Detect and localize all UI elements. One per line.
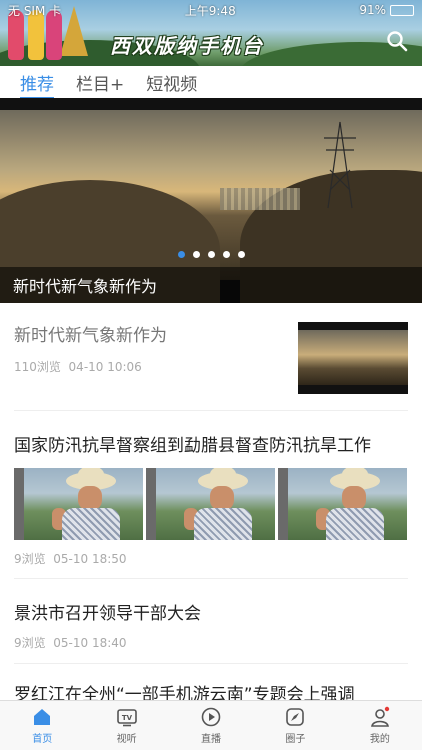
news-thumbnail [14, 468, 143, 540]
top-tabs: 推荐 栏目+ 短视频 [0, 66, 422, 99]
nav-label: 我的 [369, 734, 390, 745]
carrier-text: 无 SIM 卡 [8, 3, 62, 18]
status-bar: 无 SIM 卡 上午9:48 91% [0, 0, 422, 20]
tab-recommend[interactable]: 推荐 [20, 70, 54, 99]
carousel-caption: 新时代新气象新作为 [13, 277, 158, 296]
news-thumbnail [298, 322, 408, 394]
carousel-dot[interactable] [222, 251, 230, 258]
nav-label: 圈子 [285, 734, 306, 745]
header-banner: 无 SIM 卡 上午9:48 91% 西双版纳手机台 [0, 0, 422, 66]
news-thumbnail [278, 468, 407, 540]
search-icon[interactable] [386, 30, 408, 52]
battery-indicator: 91% [359, 3, 414, 17]
nav-home[interactable]: 首页 [0, 701, 84, 750]
news-meta: 9浏览 05-10 18:50 [14, 550, 127, 567]
app-title: 西双版纳手机台 [110, 34, 264, 58]
carousel-indicators [0, 251, 422, 258]
nav-label: 视听 [116, 734, 137, 745]
battery-percent: 91% [359, 3, 386, 17]
news-date: 05-10 18:40 [53, 636, 127, 650]
news-meta: 9浏览 05-10 18:40 [14, 634, 127, 651]
news-item[interactable]: 新时代新气象新作为 110浏览 04-10 10:06 [14, 303, 408, 411]
nav-media[interactable]: TV 视听 [84, 701, 168, 750]
compass-icon [286, 708, 305, 726]
tv-icon: TV [116, 709, 137, 727]
news-title: 国家防汛抗旱督察组到勐腊县督查防汛抗旱工作 [14, 436, 371, 456]
nav-circle[interactable]: 圈子 [253, 701, 337, 750]
tab-columns[interactable]: 栏目+ [76, 70, 124, 95]
news-title: 景洪市召开领导干部大会 [14, 604, 201, 624]
battery-icon [389, 4, 414, 16]
banner-carousel[interactable]: 新时代新气象新作为 [0, 98, 422, 303]
play-icon [201, 707, 221, 727]
nav-label: 直播 [201, 734, 222, 745]
news-date: 04-10 10:06 [68, 360, 142, 374]
carousel-caption-bar: 新时代新气象新作为 [0, 267, 422, 303]
news-thumbnail [146, 468, 275, 540]
news-image-row [14, 468, 407, 540]
tab-short-video[interactable]: 短视频 [146, 70, 197, 95]
status-time: 上午9:48 [184, 3, 236, 18]
nav-profile[interactable]: 我的 [338, 701, 422, 750]
carousel-dot[interactable] [237, 251, 245, 258]
nav-live[interactable]: 直播 [169, 701, 253, 750]
news-views: 9浏览 [14, 552, 46, 566]
profile-icon [370, 706, 390, 727]
bottom-nav: 首页 TV 视听 直播 圈子 我的 [0, 700, 422, 750]
home-icon [34, 709, 51, 725]
carousel-dot[interactable] [192, 251, 200, 258]
news-item[interactable]: 罗红江在全州“一部手机游云南”专题会上强调 [14, 664, 408, 704]
news-date: 05-10 18:50 [53, 552, 127, 566]
carousel-dot[interactable] [177, 251, 185, 258]
power-tower-image [324, 121, 356, 209]
news-item[interactable]: 国家防汛抗旱督察组到勐腊县督查防汛抗旱工作 9浏览 05-10 18:50 [14, 411, 408, 579]
news-views: 9浏览 [14, 636, 46, 650]
nav-label: 首页 [32, 734, 53, 745]
carousel-dot[interactable] [207, 251, 215, 258]
news-views: 110浏览 [14, 360, 61, 374]
news-item[interactable]: 景洪市召开领导干部大会 9浏览 05-10 18:40 [14, 579, 408, 664]
svg-text:TV: TV [122, 714, 133, 722]
news-title: 新时代新气象新作为 [14, 326, 167, 346]
news-meta: 110浏览 04-10 10:06 [14, 358, 142, 375]
